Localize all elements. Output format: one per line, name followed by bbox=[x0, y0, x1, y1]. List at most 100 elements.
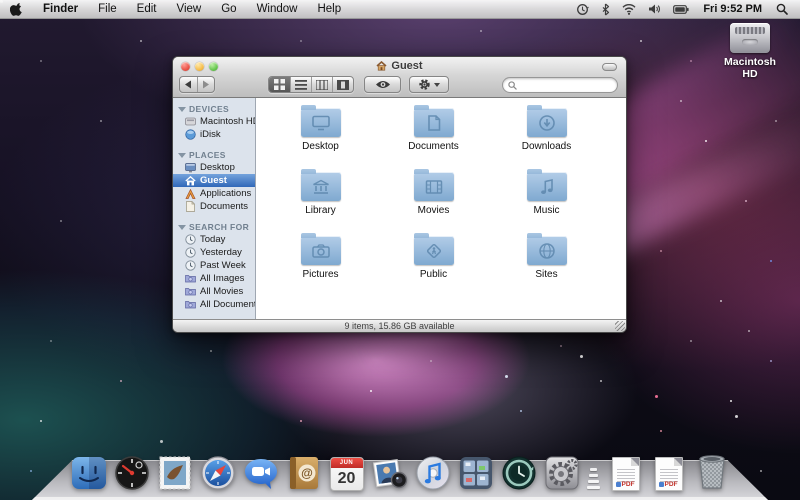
menu-bar-clock[interactable]: Fri 9:52 PM bbox=[695, 3, 770, 15]
toolbar-toggle-pill[interactable] bbox=[602, 63, 617, 71]
menu-item-finder[interactable]: Finder bbox=[33, 0, 88, 18]
volume-icon[interactable] bbox=[642, 0, 667, 18]
folder-documents[interactable]: Documents bbox=[377, 102, 490, 166]
pdf-chip-icon bbox=[658, 482, 664, 487]
sidebar-item-guest[interactable]: Guest bbox=[173, 174, 255, 187]
title-bar[interactable]: Guest bbox=[173, 57, 626, 74]
menu-item-help[interactable]: Help bbox=[307, 0, 351, 18]
sidebar-item-all-documents[interactable]: All Documents bbox=[173, 298, 255, 311]
dock-item-photo-booth[interactable] bbox=[371, 453, 409, 491]
window-title-text: Guest bbox=[391, 59, 423, 72]
dock-item-dashboard[interactable] bbox=[113, 453, 151, 491]
folder-public[interactable]: Public bbox=[377, 230, 490, 294]
disclosure-triangle-icon[interactable] bbox=[178, 224, 186, 230]
applications-icon bbox=[185, 188, 196, 199]
bluetooth-icon[interactable] bbox=[595, 0, 616, 18]
dock-item-ical[interactable]: JUN 20 bbox=[328, 453, 366, 491]
sidebar-item-macintosh-hd[interactable]: Macintosh HD bbox=[173, 115, 255, 128]
dock-item-mail[interactable] bbox=[156, 453, 194, 491]
resize-grip[interactable] bbox=[615, 321, 625, 331]
menu-label: Finder bbox=[43, 3, 79, 15]
dock-item-pdf-document-2[interactable]: PDF bbox=[650, 453, 688, 491]
folder-icon bbox=[526, 168, 567, 201]
dock-item-spaces[interactable] bbox=[457, 453, 495, 491]
quick-look-button[interactable] bbox=[364, 76, 401, 93]
sidebar-item-today[interactable]: Today bbox=[173, 233, 255, 246]
column-view-button[interactable] bbox=[310, 77, 332, 92]
menu-item-window[interactable]: Window bbox=[247, 0, 308, 18]
eye-icon bbox=[375, 81, 390, 88]
dock-item-itunes[interactable] bbox=[414, 453, 452, 491]
menu-item-go[interactable]: Go bbox=[211, 0, 246, 18]
hard-drive-icon bbox=[185, 116, 196, 127]
sidebar-item-all-movies[interactable]: All Movies bbox=[173, 285, 255, 298]
view-mode-control bbox=[268, 76, 354, 93]
sidebar-item-idisk[interactable]: iDisk bbox=[173, 128, 255, 141]
dock-separator bbox=[586, 457, 602, 491]
section-title: PLACES bbox=[189, 150, 226, 160]
sidebar-section-places[interactable]: PLACES bbox=[173, 148, 255, 161]
sidebar-section-search-for[interactable]: SEARCH FOR bbox=[173, 220, 255, 233]
search-input[interactable] bbox=[517, 79, 607, 91]
folder-movies[interactable]: Movies bbox=[377, 166, 490, 230]
desktop-icon-label: Macintosh HD bbox=[724, 56, 776, 80]
dock-item-address-book[interactable]: @ bbox=[285, 453, 323, 491]
menu-label: File bbox=[98, 3, 117, 15]
coverflow-view-button[interactable] bbox=[331, 77, 353, 92]
folder-sites[interactable]: Sites bbox=[490, 230, 603, 294]
zoom-button[interactable] bbox=[209, 62, 218, 71]
dock-item-trash[interactable] bbox=[693, 453, 731, 491]
minimize-button[interactable] bbox=[195, 62, 204, 71]
desktop-icon-macintosh-hd[interactable]: Macintosh HD bbox=[718, 23, 782, 80]
dock-item-ichat[interactable] bbox=[242, 453, 280, 491]
sidebar-section-devices[interactable]: DEVICES bbox=[173, 102, 255, 115]
icon-view-button[interactable] bbox=[269, 77, 290, 92]
folder-downloads[interactable]: Downloads bbox=[490, 102, 603, 166]
list-view-button[interactable] bbox=[289, 77, 311, 92]
apple-menu[interactable] bbox=[0, 0, 33, 18]
sidebar-item-label: iDisk bbox=[200, 129, 221, 140]
battery-icon[interactable] bbox=[667, 0, 695, 18]
dock-item-time-machine[interactable] bbox=[500, 453, 538, 491]
itunes-icon bbox=[416, 456, 449, 490]
menu-item-edit[interactable]: Edit bbox=[127, 0, 167, 18]
ichat-icon bbox=[244, 459, 277, 489]
sidebar-item-documents[interactable]: Documents bbox=[173, 200, 255, 213]
folder-music[interactable]: Music bbox=[490, 166, 603, 230]
folder-pictures[interactable]: Pictures bbox=[264, 230, 377, 294]
spotlight-search-icon[interactable] bbox=[770, 0, 800, 18]
action-menu-button[interactable] bbox=[409, 76, 449, 93]
window-chrome[interactable]: Guest bbox=[173, 57, 626, 98]
section-title: SEARCH FOR bbox=[189, 222, 250, 232]
sidebar-item-applications[interactable]: Applications bbox=[173, 187, 255, 200]
crossing-sign-glyph-icon bbox=[426, 243, 441, 258]
sidebar-item-all-images[interactable]: All Images bbox=[173, 272, 255, 285]
dock-item-finder[interactable] bbox=[70, 453, 108, 491]
sidebar-item-past-week[interactable]: Past Week bbox=[173, 259, 255, 272]
back-button[interactable] bbox=[180, 77, 197, 92]
disclosure-triangle-icon[interactable] bbox=[178, 152, 186, 158]
sync-clock-icon[interactable] bbox=[570, 0, 595, 18]
search-field[interactable] bbox=[502, 77, 618, 93]
folder-library[interactable]: Library bbox=[264, 166, 377, 230]
folder-desktop[interactable]: Desktop bbox=[264, 102, 377, 166]
sidebar-item-desktop[interactable]: Desktop bbox=[173, 161, 255, 174]
disclosure-triangle-icon[interactable] bbox=[178, 106, 186, 112]
menu-item-file[interactable]: File bbox=[88, 0, 127, 18]
pdf-chip-icon bbox=[615, 482, 621, 487]
photo-booth-icon bbox=[372, 459, 407, 489]
menu-item-view[interactable]: View bbox=[167, 0, 212, 18]
menu-label: Window bbox=[256, 3, 298, 15]
music-note-glyph-icon bbox=[540, 178, 553, 194]
sidebar-item-yesterday[interactable]: Yesterday bbox=[173, 246, 255, 259]
folder-label: Pictures bbox=[302, 269, 339, 280]
pdf-label: PDF bbox=[664, 481, 678, 488]
forward-button[interactable] bbox=[196, 77, 214, 92]
safari-compass-icon bbox=[200, 456, 235, 490]
folder-icon bbox=[300, 232, 341, 265]
dock-item-safari[interactable] bbox=[199, 453, 237, 491]
wifi-icon[interactable] bbox=[616, 0, 642, 18]
close-button[interactable] bbox=[181, 62, 190, 71]
dock-item-system-preferences[interactable] bbox=[543, 453, 581, 491]
dock-item-pdf-document-1[interactable]: PDF bbox=[607, 453, 645, 491]
